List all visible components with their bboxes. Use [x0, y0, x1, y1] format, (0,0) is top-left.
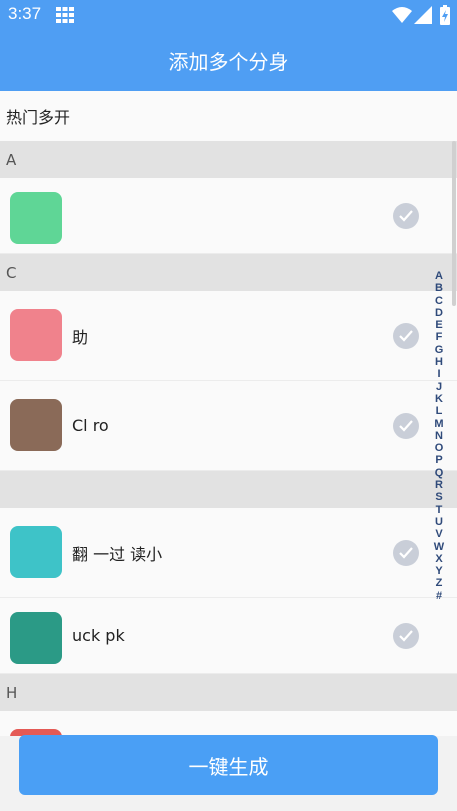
hot-apps-label: 热门多开 [6, 108, 71, 127]
index-letter[interactable]: C [435, 295, 443, 307]
list-item[interactable]: Cl ro [0, 381, 457, 471]
app-icon [10, 309, 62, 361]
index-letter[interactable]: K [435, 393, 443, 405]
index-letter[interactable]: A [435, 270, 443, 282]
app-bar: 添加多个分身 [0, 30, 457, 91]
status-time: 3:37 [8, 4, 42, 23]
index-letter[interactable]: V [435, 528, 442, 540]
app-name: 翻 一过 读小 [72, 544, 163, 564]
section-letter: C [6, 263, 17, 282]
section-header-a: A [0, 141, 457, 178]
list-item[interactable]: 翻 一过 读小 [0, 508, 457, 598]
grid-icon [56, 7, 74, 23]
list-item[interactable]: 助 [0, 291, 457, 381]
index-letter[interactable]: R [435, 479, 443, 491]
index-letter[interactable]: N [435, 430, 443, 442]
hot-apps-header: 热门多开 [0, 91, 457, 141]
check-icon[interactable] [393, 622, 419, 649]
app-icon [10, 399, 62, 451]
section-letter: H [6, 683, 18, 702]
wifi-icon [392, 7, 412, 23]
list-item[interactable] [0, 178, 457, 254]
index-letter[interactable]: E [435, 319, 442, 331]
signal-icon [414, 6, 432, 24]
page-title: 添加多个分身 [168, 50, 289, 74]
scrollbar[interactable] [452, 141, 456, 306]
list-item[interactable] [0, 711, 457, 736]
generate-button-label: 一键生成 [188, 754, 269, 779]
index-letter[interactable]: M [434, 418, 443, 430]
index-letter[interactable]: G [435, 344, 444, 356]
status-bar: 3:37 [0, 0, 457, 30]
index-letter[interactable]: U [435, 516, 443, 528]
index-letter[interactable]: Y [435, 565, 442, 577]
index-letter[interactable]: Z [436, 577, 443, 589]
index-letter[interactable]: L [436, 405, 443, 417]
app-icon [10, 526, 62, 578]
index-letter[interactable]: D [435, 307, 443, 319]
app-name: 助 [72, 327, 89, 347]
app-name: Cl ro [72, 416, 109, 435]
index-letter[interactable]: W [434, 541, 444, 553]
app-name: uck pk [72, 626, 125, 645]
list-item[interactable]: uck pk [0, 598, 457, 674]
check-icon[interactable] [393, 202, 419, 229]
index-letter[interactable]: B [435, 282, 443, 294]
index-letter[interactable]: J [436, 381, 442, 393]
check-icon[interactable] [393, 539, 419, 566]
check-icon[interactable] [393, 322, 419, 349]
check-icon[interactable] [393, 412, 419, 439]
index-letter[interactable]: S [435, 491, 442, 503]
app-list[interactable]: A C 助 Cl ro 翻 一过 读小 uck pk H [0, 141, 457, 736]
generate-button[interactable]: 一键生成 [19, 735, 438, 795]
index-letter[interactable]: F [436, 331, 443, 343]
index-letter[interactable]: I [437, 368, 440, 380]
alphabet-index[interactable]: A B C D E F G H I J K L M N O P Q R S T U V W X Y Z # [431, 270, 447, 602]
section-header [0, 471, 457, 508]
index-letter[interactable]: # [436, 590, 442, 602]
section-header-h: H [0, 674, 457, 711]
index-letter[interactable]: Q [435, 467, 444, 479]
section-header-c: C [0, 254, 457, 291]
section-letter: A [6, 150, 17, 169]
app-icon [10, 192, 62, 244]
index-letter[interactable]: O [435, 442, 444, 454]
battery-icon [440, 5, 450, 25]
app-icon [10, 612, 62, 664]
index-letter[interactable]: H [435, 356, 443, 368]
index-letter[interactable]: X [435, 553, 442, 565]
index-letter[interactable]: T [436, 504, 443, 516]
index-letter[interactable]: P [435, 454, 442, 466]
